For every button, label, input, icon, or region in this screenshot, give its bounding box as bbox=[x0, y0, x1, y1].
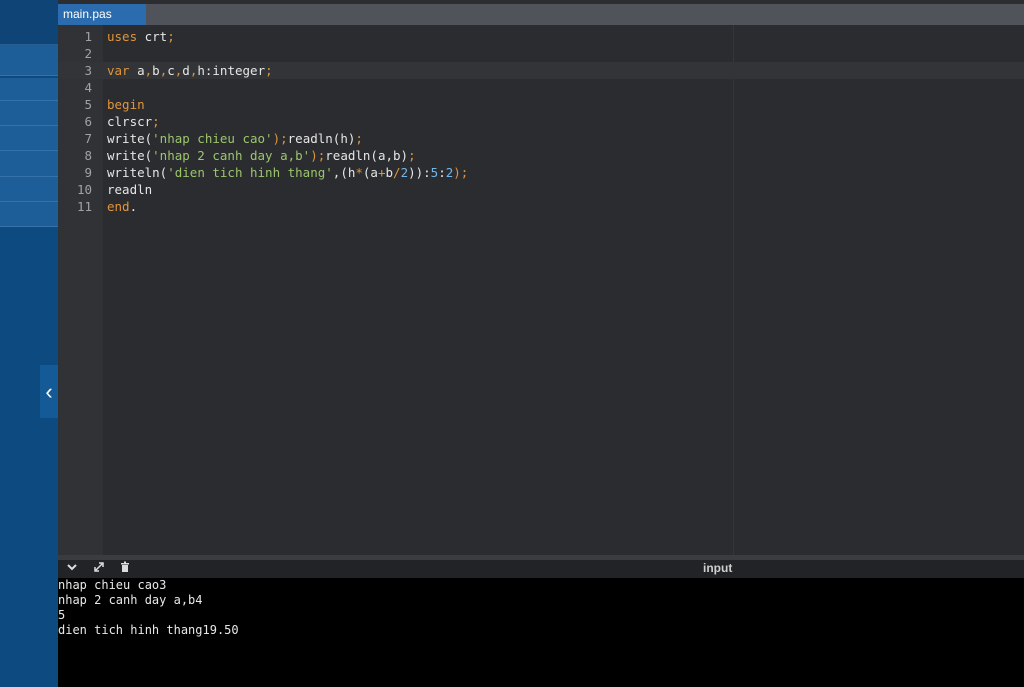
code-token: clrscr bbox=[107, 114, 153, 129]
code-line[interactable]: 2 bbox=[58, 45, 1024, 62]
code-token: b bbox=[152, 63, 160, 78]
console-line: dien tich hinh thang19.50 bbox=[58, 623, 239, 637]
code-text: var a,b,c,d,h:integer; bbox=[107, 62, 273, 79]
code-token: uses bbox=[107, 29, 138, 44]
code-line[interactable]: 4 bbox=[58, 79, 1024, 96]
code-token: / bbox=[393, 165, 401, 180]
code-editor[interactable]: 1 uses crt; 2 3 var a,b,c,d,h:integer; 4 5 begi… bbox=[58, 25, 1024, 555]
code-token: begin bbox=[107, 97, 145, 112]
code-line[interactable]: 5 begin bbox=[58, 96, 1024, 113]
sidebar-header bbox=[0, 0, 58, 45]
code-token: writeln( bbox=[107, 165, 168, 180]
line-number: 4 bbox=[84, 80, 92, 95]
tab-main-pas[interactable]: main.pas bbox=[58, 4, 146, 25]
code-token: write( bbox=[107, 148, 153, 163]
console-line: 5 bbox=[58, 608, 66, 622]
line-number: 9 bbox=[84, 165, 92, 180]
code-token: ; bbox=[167, 29, 175, 44]
code-token: ); bbox=[310, 148, 326, 163]
code-token: var bbox=[107, 63, 130, 78]
code-token: crt bbox=[137, 29, 168, 44]
code-token: ,(h bbox=[332, 165, 356, 180]
code-token: b bbox=[385, 165, 394, 180]
sidebar-item[interactable] bbox=[0, 78, 58, 101]
code-line[interactable]: 8 write('nhap 2 canh day a,b');readln(a,b… bbox=[58, 147, 1024, 164]
console-line: nhap 2 canh day a,b4 bbox=[58, 593, 203, 607]
code-text: uses crt; bbox=[107, 28, 175, 45]
line-number: 7 bbox=[84, 131, 92, 146]
line-number: 5 bbox=[84, 97, 92, 112]
code-token: ); bbox=[272, 131, 288, 146]
sidebar-item[interactable] bbox=[0, 101, 58, 126]
code-token: readln bbox=[107, 182, 153, 197]
code-line[interactable]: 7 write('nhap chieu cao');readln(h); bbox=[58, 130, 1024, 147]
collapse-sidebar-button[interactable]: ‹ bbox=[40, 365, 58, 418]
code-token: d bbox=[182, 63, 190, 78]
sidebar-item[interactable] bbox=[0, 202, 58, 227]
line-number: 3 bbox=[84, 63, 92, 78]
code-token: + bbox=[377, 165, 386, 180]
code-text: writeln('dien tich hinh thang',(h*(a+b/2… bbox=[107, 164, 468, 181]
code-token: * bbox=[355, 165, 363, 180]
line-number: 1 bbox=[84, 29, 92, 44]
console-output[interactable]: nhap chieu cao3 nhap 2 canh day a,b4 5 d… bbox=[58, 578, 1024, 687]
line-number: 11 bbox=[76, 199, 92, 214]
code-token: (a bbox=[362, 165, 378, 180]
code-text: write('nhap 2 canh day a,b');readln(a,b)… bbox=[107, 147, 416, 164]
code-token: )): bbox=[408, 165, 431, 180]
code-token: . bbox=[129, 199, 138, 214]
sidebar-item[interactable] bbox=[0, 126, 58, 151]
line-number: 8 bbox=[84, 148, 92, 163]
sidebar-item[interactable] bbox=[0, 151, 58, 177]
code-token: 2 bbox=[400, 165, 409, 180]
code-token: 'dien tich hinh thang' bbox=[167, 165, 333, 180]
code-token: a bbox=[129, 63, 145, 78]
code-token: write( bbox=[107, 131, 153, 146]
clear-icon[interactable] bbox=[117, 561, 133, 577]
code-line[interactable]: 1 uses crt; bbox=[58, 28, 1024, 45]
sidebar-body bbox=[0, 230, 58, 687]
line-number: 10 bbox=[76, 182, 92, 197]
code-token: ); bbox=[453, 165, 469, 180]
line-number: 6 bbox=[84, 114, 92, 129]
code-text: readln bbox=[107, 181, 152, 198]
code-text: write('nhap chieu cao');readln(h); bbox=[107, 130, 363, 147]
tab-bar: main.pas bbox=[58, 4, 1024, 25]
line-number: 2 bbox=[84, 46, 92, 61]
code-token: 'nhap chieu cao' bbox=[152, 131, 273, 146]
code-token: c bbox=[167, 63, 175, 78]
code-token: : bbox=[438, 165, 446, 180]
code-text: end. bbox=[107, 198, 137, 215]
code-token: ; bbox=[265, 63, 273, 78]
code-line[interactable]: 11 end. bbox=[58, 198, 1024, 215]
sidebar-item[interactable] bbox=[0, 45, 58, 76]
expand-icon[interactable] bbox=[91, 561, 107, 577]
code-token: ; bbox=[355, 131, 363, 146]
chevron-left-icon: ‹ bbox=[45, 379, 53, 404]
sidebar-item[interactable] bbox=[0, 177, 58, 202]
code-text: begin bbox=[107, 96, 145, 113]
code-token: h:integer bbox=[197, 63, 266, 78]
input-label[interactable]: input bbox=[703, 560, 732, 576]
code-line[interactable]: 10 readln bbox=[58, 181, 1024, 198]
console-line: nhap chieu cao3 bbox=[58, 578, 167, 592]
code-text: clrscr; bbox=[107, 113, 160, 130]
code-token: readln(a,b) bbox=[325, 148, 409, 163]
code-line[interactable]: 3 var a,b,c,d,h:integer; bbox=[58, 62, 1024, 79]
output-toolbar: input bbox=[58, 560, 1024, 578]
code-token: ; bbox=[408, 148, 416, 163]
code-token: ; bbox=[152, 114, 160, 129]
code-token: end bbox=[107, 199, 130, 214]
code-token: 'nhap 2 canh day a,b' bbox=[152, 148, 311, 163]
code-line[interactable]: 9 writeln('dien tich hinh thang',(h*(a+b/… bbox=[58, 164, 1024, 181]
chevron-down-icon[interactable] bbox=[64, 561, 80, 577]
code-token: readln(h) bbox=[287, 131, 356, 146]
code-line[interactable]: 6 clrscr; bbox=[58, 113, 1024, 130]
left-sidebar bbox=[0, 0, 58, 687]
